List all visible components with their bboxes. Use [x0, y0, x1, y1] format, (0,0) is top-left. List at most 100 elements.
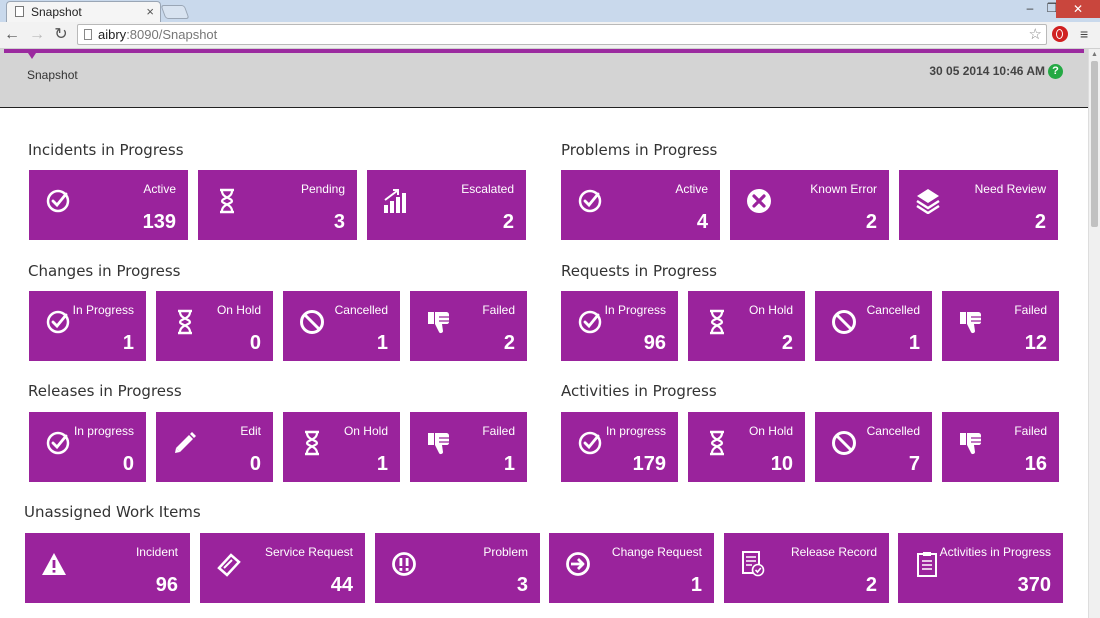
- browser-titlebar: Snapshot × – ❐ ✕: [0, 0, 1100, 22]
- tile-count: 1: [908, 332, 920, 354]
- problems-tile-active[interactable]: Active 4: [561, 170, 720, 240]
- tile-label: Cancelled: [866, 424, 920, 438]
- releases-tile-in-progress[interactable]: In progress 0: [29, 412, 146, 482]
- tile-count: 1: [122, 332, 134, 354]
- tile-count: 3: [516, 574, 528, 596]
- tile-count: 139: [142, 211, 176, 233]
- tile-count: 0: [249, 332, 261, 354]
- tile-label: On Hold: [343, 424, 388, 438]
- activities-tile-failed[interactable]: Failed 16: [942, 412, 1059, 482]
- help-icon[interactable]: ?: [1048, 64, 1063, 79]
- tile-label: Failed: [1014, 424, 1047, 438]
- back-icon[interactable]: ←: [2, 25, 22, 45]
- activities-tile-cancelled[interactable]: Cancelled 7: [815, 412, 932, 482]
- page-title: Snapshot: [27, 68, 78, 82]
- tile-count: 4: [696, 211, 708, 233]
- caret-icon: [28, 53, 36, 59]
- address-bar[interactable]: aibry:8090/Snapshot ☆: [77, 24, 1047, 45]
- tile-label: Cancelled: [866, 303, 920, 317]
- scrollbar-thumb[interactable]: [1091, 61, 1098, 227]
- requests-tile-in-progress[interactable]: In Progress 96: [561, 291, 678, 361]
- tile-count: 96: [643, 332, 666, 354]
- tile-label: Release Record: [790, 545, 877, 559]
- tile-label: Escalated: [461, 182, 514, 196]
- section-title-problems: Problems in Progress: [561, 141, 718, 159]
- extension-icon[interactable]: [1052, 26, 1068, 42]
- star-icon[interactable]: ☆: [1029, 25, 1042, 43]
- unassigned-tile-activities-in-progress[interactable]: Activities in Progress 370: [898, 533, 1063, 603]
- tile-count: 2: [781, 332, 793, 354]
- tile-count: 179: [632, 453, 666, 475]
- url-host: aibry: [98, 27, 127, 42]
- changes-tile-on-hold[interactable]: On Hold 0: [156, 291, 273, 361]
- tile-label: Failed: [482, 303, 515, 317]
- tile-count: 370: [1017, 574, 1051, 596]
- tile-label: Edit: [240, 424, 261, 438]
- problems-tile-need-review[interactable]: Need Review 2: [899, 170, 1058, 240]
- unassigned-tile-change-request[interactable]: Change Request 1: [549, 533, 714, 603]
- tile-count: 2: [865, 574, 877, 596]
- tile-count: 2: [502, 211, 514, 233]
- unassigned-tile-service-request[interactable]: Service Request 44: [200, 533, 365, 603]
- unassigned-tile-problem[interactable]: Problem 3: [375, 533, 540, 603]
- section-title-incidents: Incidents in Progress: [28, 141, 184, 159]
- tile-count: 0: [249, 453, 261, 475]
- menu-icon[interactable]: ≡: [1080, 27, 1094, 41]
- tile-count: 2: [865, 211, 877, 233]
- section-title-activities: Activities in Progress: [561, 382, 717, 400]
- tile-count: 2: [503, 332, 515, 354]
- forward-icon[interactable]: →: [27, 25, 47, 45]
- requests-tile-failed[interactable]: Failed 12: [942, 291, 1059, 361]
- section-title-releases: Releases in Progress: [28, 382, 182, 400]
- problems-tile-known-error[interactable]: Known Error 2: [730, 170, 889, 240]
- tab-title: Snapshot: [31, 5, 82, 19]
- new-tab-button[interactable]: [160, 5, 190, 19]
- releases-tile-on-hold[interactable]: On Hold 1: [283, 412, 400, 482]
- unassigned-tile-incident[interactable]: Incident 96: [25, 533, 190, 603]
- reload-icon[interactable]: ↻: [51, 25, 71, 45]
- incidents-tile-pending[interactable]: Pending 3: [198, 170, 357, 240]
- requests-tile-on-hold[interactable]: On Hold 2: [688, 291, 805, 361]
- scrollbar[interactable]: ▲: [1088, 49, 1100, 618]
- releases-tile-edit[interactable]: Edit 0: [156, 412, 273, 482]
- scroll-up-icon[interactable]: ▲: [1091, 51, 1098, 58]
- tile-count: 1: [376, 332, 388, 354]
- changes-tile-cancelled[interactable]: Cancelled 1: [283, 291, 400, 361]
- incidents-tile-escalated[interactable]: Escalated 2: [367, 170, 526, 240]
- window-close-icon[interactable]: ✕: [1056, 0, 1100, 18]
- tile-label: Change Request: [611, 545, 702, 559]
- tile-label: Failed: [482, 424, 515, 438]
- url-text: aibry:8090/Snapshot: [98, 27, 217, 42]
- tile-label: Active: [675, 182, 708, 196]
- browser-toolbar: ← → ↻ aibry:8090/Snapshot ☆: [0, 22, 1100, 49]
- minimize-icon[interactable]: –: [1018, 0, 1042, 18]
- tile-label: Service Request: [264, 545, 353, 559]
- incidents-tile-active[interactable]: Active 139: [29, 170, 188, 240]
- url-path: :8090/Snapshot: [126, 27, 218, 42]
- tile-count: 0: [122, 453, 134, 475]
- changes-tile-in-progress[interactable]: In Progress 1: [29, 291, 146, 361]
- tile-count: 10: [770, 453, 793, 475]
- accent-line: [4, 49, 1084, 53]
- releases-tile-failed[interactable]: Failed 1: [410, 412, 527, 482]
- section-title-requests: Requests in Progress: [561, 262, 717, 280]
- activities-tile-on-hold[interactable]: On Hold 10: [688, 412, 805, 482]
- page-icon: [15, 6, 24, 17]
- tile-count: 1: [690, 574, 702, 596]
- tile-label: Active: [143, 182, 176, 196]
- tile-label: In Progress: [72, 303, 134, 317]
- page-icon: [84, 29, 92, 40]
- browser-tab[interactable]: Snapshot ×: [6, 1, 161, 22]
- requests-tile-cancelled[interactable]: Cancelled 1: [815, 291, 932, 361]
- activities-tile-in-progress[interactable]: In progress 179: [561, 412, 678, 482]
- unassigned-tile-release-record[interactable]: Release Record 2: [724, 533, 889, 603]
- tile-count: 7: [908, 453, 920, 475]
- tile-count: 1: [503, 453, 515, 475]
- app-header: Snapshot 30 05 2014 10:46 AM ?: [0, 49, 1088, 108]
- changes-tile-failed[interactable]: Failed 2: [410, 291, 527, 361]
- tab-close-icon[interactable]: ×: [146, 4, 154, 19]
- tile-count: 96: [155, 574, 178, 596]
- tile-label: On Hold: [216, 303, 261, 317]
- tile-count: 2: [1034, 211, 1046, 233]
- tile-label: In progress: [605, 424, 666, 438]
